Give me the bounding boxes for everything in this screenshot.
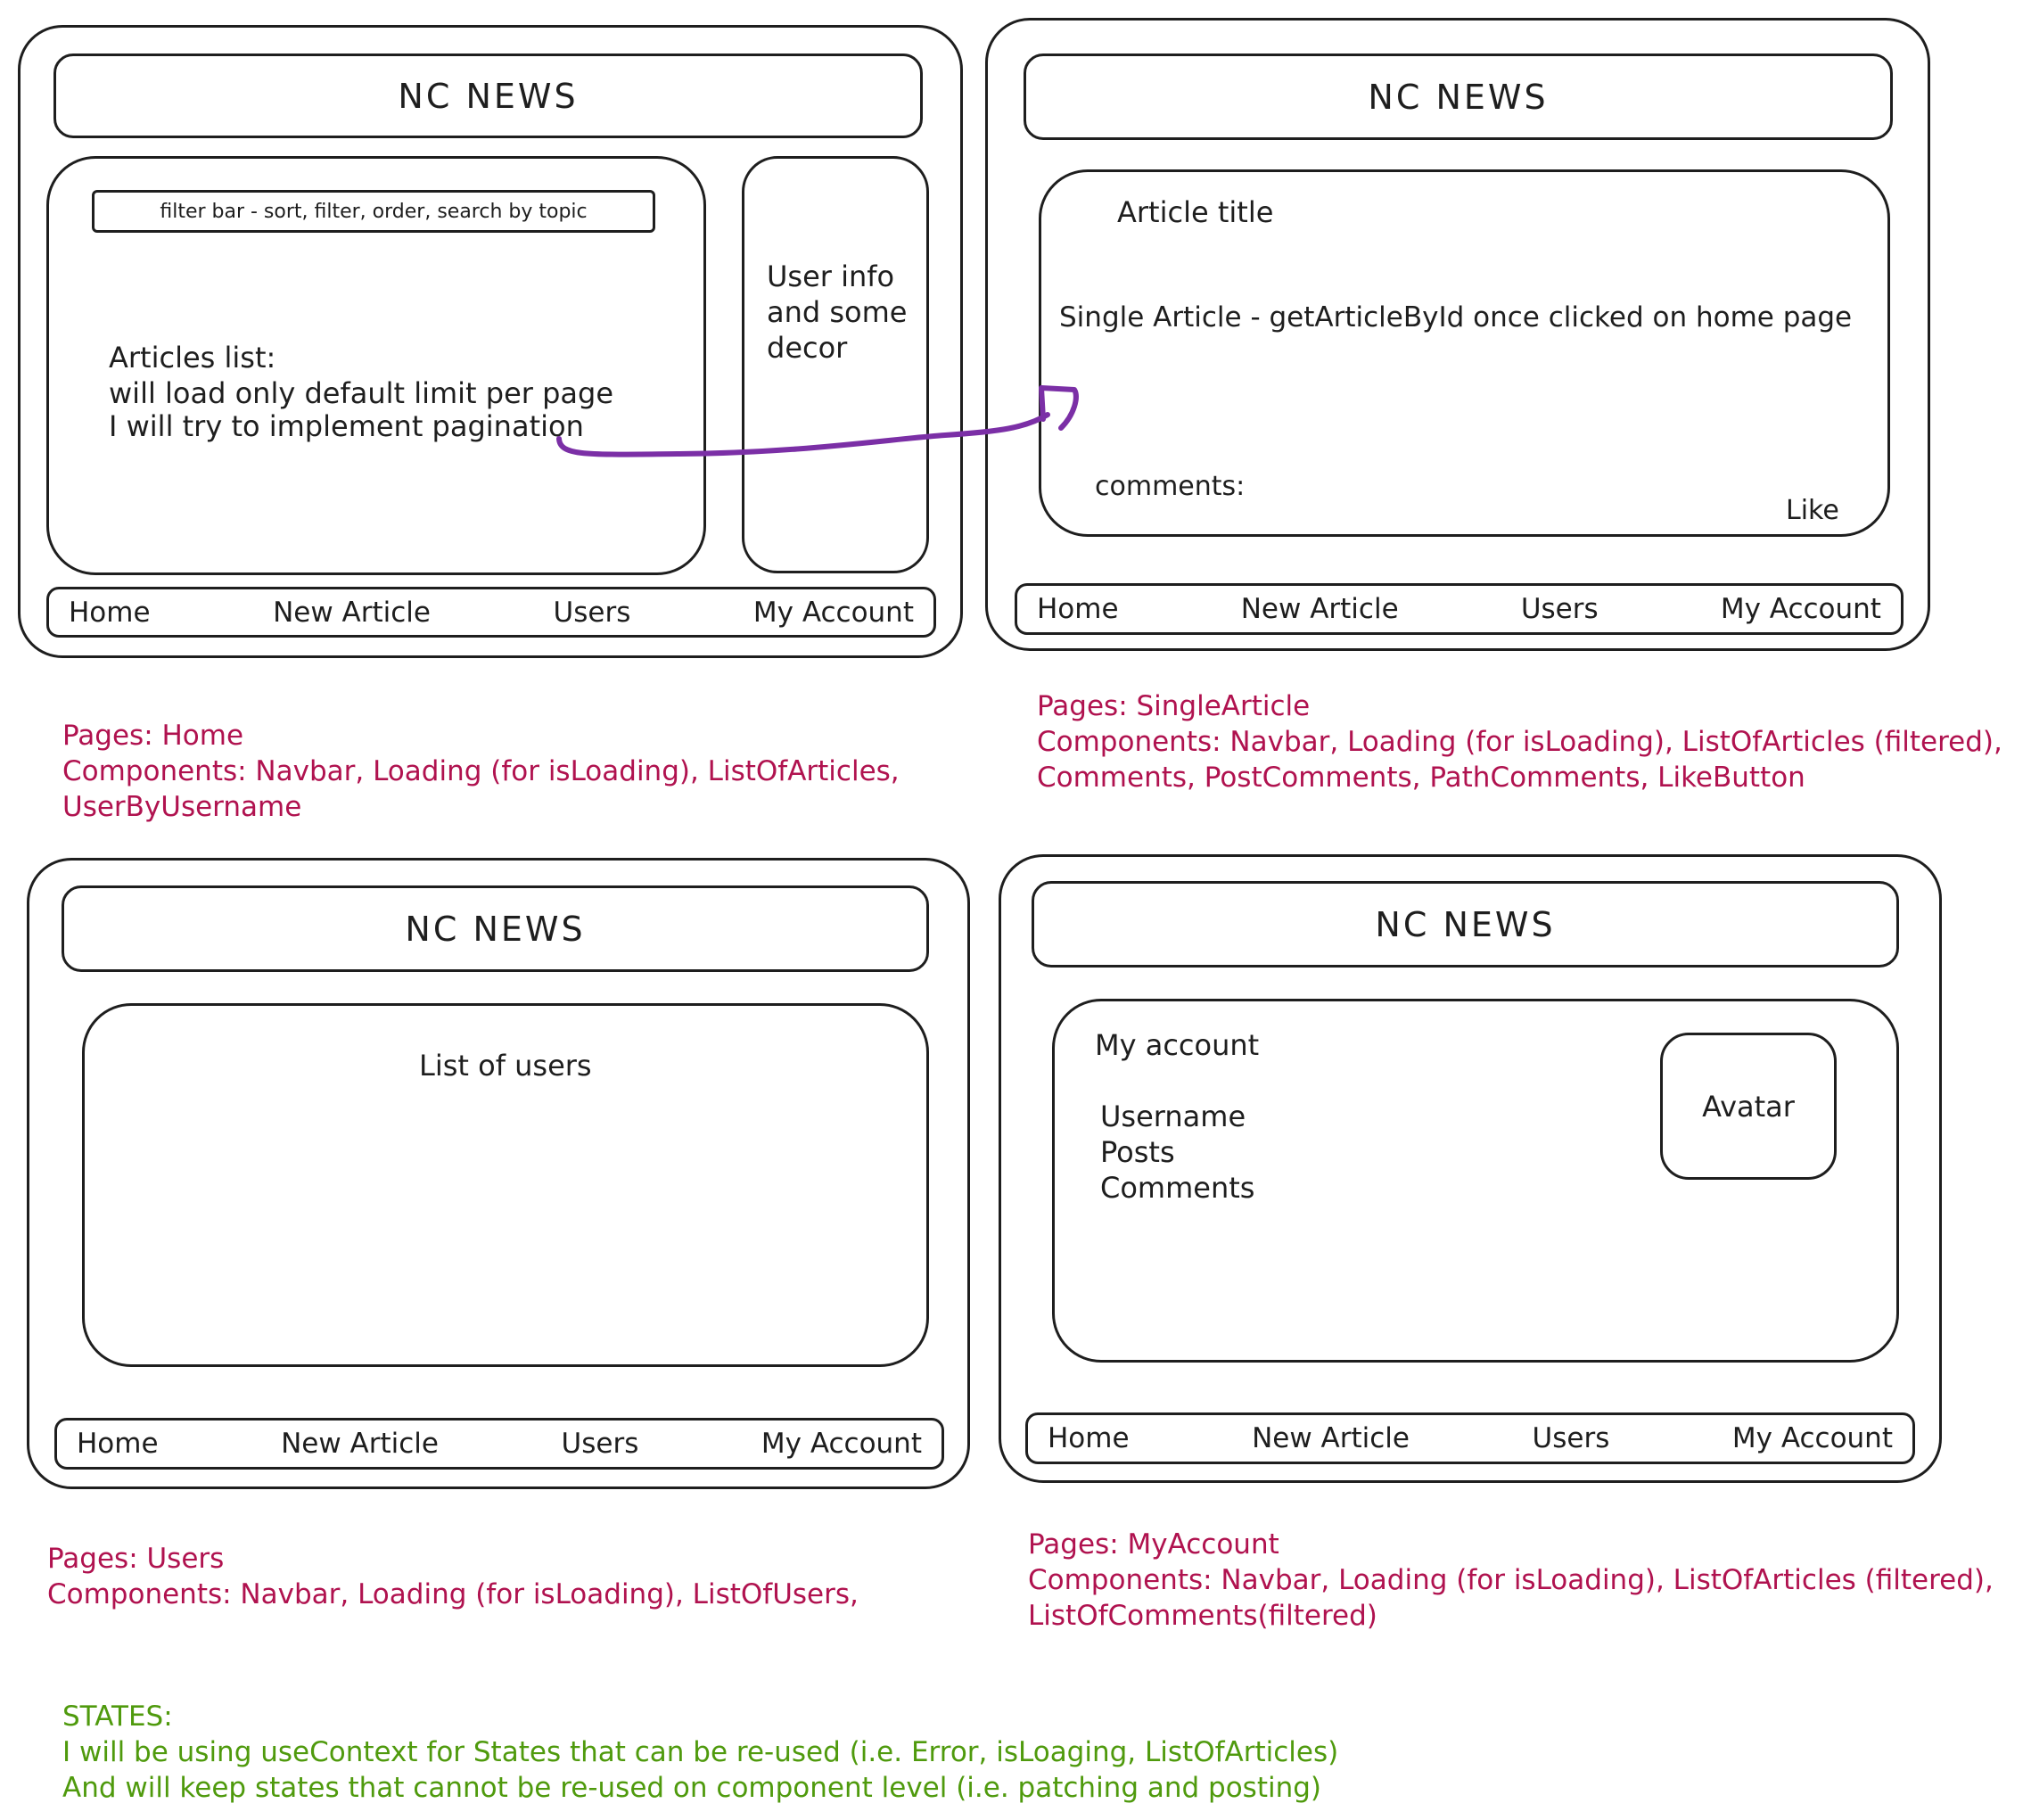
users-nav-users[interactable]: Users xyxy=(562,1428,639,1460)
home-sidebar-line2: and some xyxy=(767,295,908,329)
my-account-note-pages: Pages: MyAccount xyxy=(1028,1528,1279,1561)
users-nav-my-account[interactable]: My Account xyxy=(761,1428,922,1460)
my-account-nav-users[interactable]: Users xyxy=(1533,1422,1610,1454)
my-account-field-username: Username xyxy=(1100,1099,1246,1133)
home-note-pages: Pages: Home xyxy=(62,720,244,752)
home-navbar: Home New Article Users My Account xyxy=(46,587,936,638)
single-article-comments-label: comments: xyxy=(1095,471,1246,502)
home-articles-list-line2: will load only default limit per page xyxy=(109,376,614,410)
single-article-title: Article title xyxy=(1117,195,1274,229)
users-nav-new-article[interactable]: New Article xyxy=(281,1428,439,1460)
home-sidebar-line3: decor xyxy=(767,331,848,365)
my-account-field-posts: Posts xyxy=(1100,1135,1175,1169)
states-note-line2: And will keep states that cannot be re-u… xyxy=(62,1772,1322,1804)
users-nav-home[interactable]: Home xyxy=(77,1428,159,1460)
my-account-field-comments: Comments xyxy=(1100,1171,1255,1205)
users-app-title: NC NEWS xyxy=(405,909,586,949)
my-account-note-components-line2: ListOfComments(filtered) xyxy=(1028,1600,1377,1632)
home-articles-list-line3: I will try to implement pagination xyxy=(109,409,584,443)
my-account-note-components-line1: Components: Navbar, Loading (for isLoadi… xyxy=(1028,1564,1994,1596)
states-note-line1: I will be using useContext for States th… xyxy=(62,1736,1339,1768)
home-nav-home[interactable]: Home xyxy=(69,597,151,629)
single-article-nav-my-account[interactable]: My Account xyxy=(1721,593,1881,625)
home-note-components-line1: Components: Navbar, Loading (for isLoadi… xyxy=(62,755,900,787)
home-articles-list-line1: Articles list: xyxy=(109,341,276,375)
my-account-header: NC NEWS xyxy=(1032,881,1899,968)
my-account-nav-new-article[interactable]: New Article xyxy=(1252,1422,1410,1454)
users-list-label: List of users xyxy=(419,1049,592,1083)
my-account-avatar[interactable]: Avatar xyxy=(1660,1033,1837,1180)
my-account-heading: My account xyxy=(1095,1028,1260,1062)
single-article-note-pages: Pages: SingleArticle xyxy=(1037,690,1311,722)
users-header: NC NEWS xyxy=(62,885,929,972)
home-sidebar-line1: User info xyxy=(767,259,895,293)
single-article-nav-users[interactable]: Users xyxy=(1521,593,1599,625)
users-navbar: Home New Article Users My Account xyxy=(54,1418,944,1470)
single-article-app-title: NC NEWS xyxy=(1368,77,1549,117)
users-note-components-line1: Components: Navbar, Loading (for isLoadi… xyxy=(47,1578,859,1610)
single-article-nav-new-article[interactable]: New Article xyxy=(1241,593,1399,625)
my-account-nav-my-account[interactable]: My Account xyxy=(1732,1422,1893,1454)
my-account-avatar-label: Avatar xyxy=(1702,1089,1795,1124)
single-article-description: Single Article - getArticleById once cli… xyxy=(1059,301,1853,334)
home-header: NC NEWS xyxy=(53,54,923,138)
home-nav-users[interactable]: Users xyxy=(554,597,631,629)
users-note-pages: Pages: Users xyxy=(47,1543,225,1575)
single-article-header: NC NEWS xyxy=(1024,54,1893,140)
states-note-title: STATES: xyxy=(62,1701,173,1733)
my-account-app-title: NC NEWS xyxy=(1375,904,1556,944)
my-account-navbar: Home New Article Users My Account xyxy=(1025,1412,1915,1464)
home-filter-bar-label: filter bar - sort, filter, order, search… xyxy=(160,200,588,223)
my-account-nav-home[interactable]: Home xyxy=(1048,1422,1130,1454)
home-filter-bar[interactable]: filter bar - sort, filter, order, search… xyxy=(92,190,655,233)
home-nav-new-article[interactable]: New Article xyxy=(273,597,431,629)
home-nav-my-account[interactable]: My Account xyxy=(753,597,914,629)
single-article-like-button[interactable]: Like xyxy=(1786,493,1839,529)
single-article-navbar: Home New Article Users My Account xyxy=(1015,583,1904,635)
single-article-note-components-line1: Components: Navbar, Loading (for isLoadi… xyxy=(1037,726,2002,758)
home-app-title: NC NEWS xyxy=(398,76,579,116)
single-article-note-components-line2: Comments, PostComments, PathComments, Li… xyxy=(1037,762,1805,794)
home-note-components-line2: UserByUsername xyxy=(62,791,302,823)
single-article-nav-home[interactable]: Home xyxy=(1037,593,1119,625)
